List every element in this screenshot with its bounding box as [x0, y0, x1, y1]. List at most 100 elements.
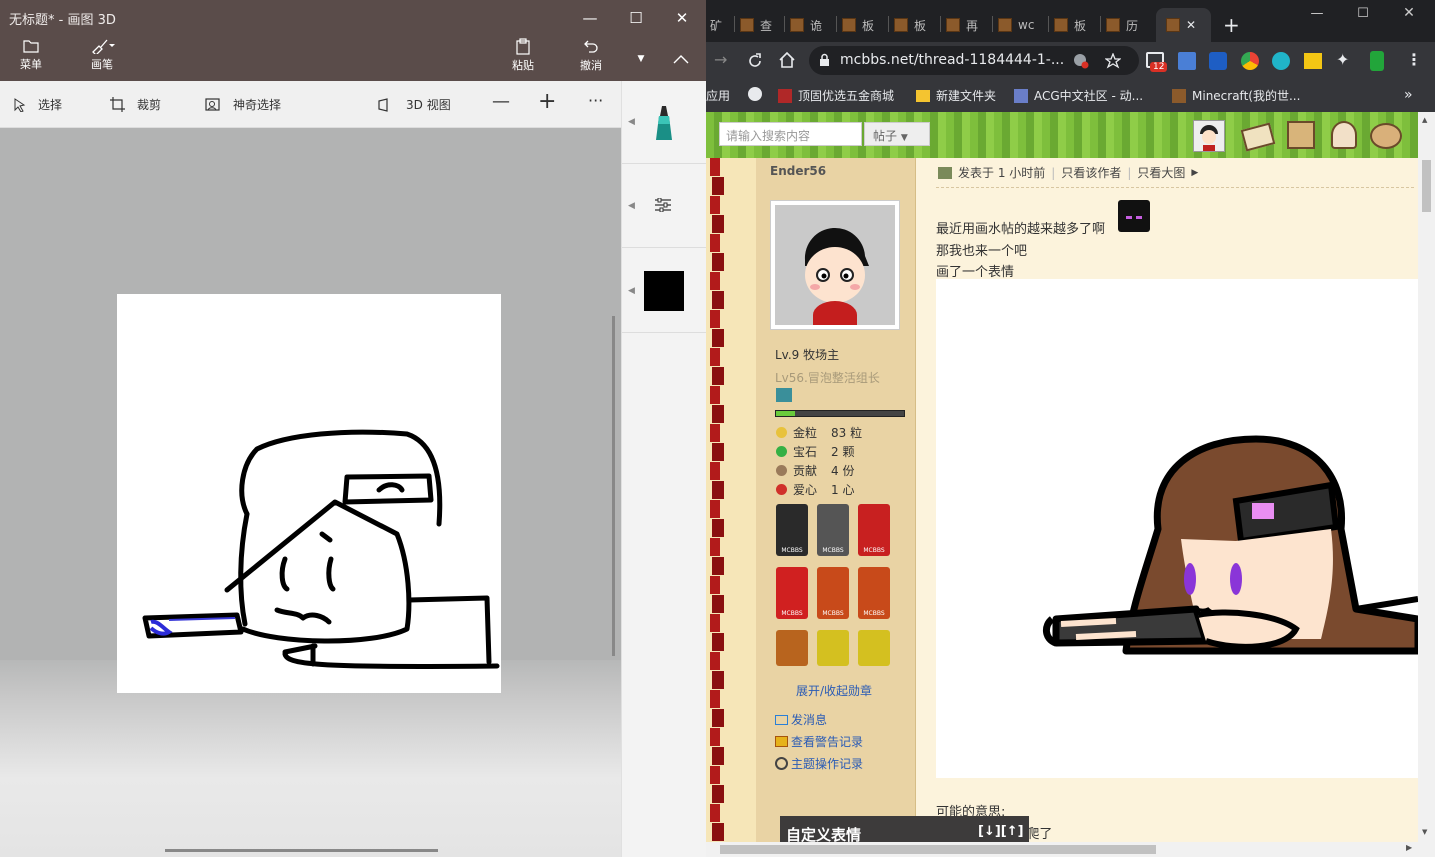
bookmark-new-folder[interactable]: 新建文件夹 [916, 87, 996, 104]
url-text[interactable]: mcbbs.net/thread-1184444-1-... [840, 52, 1064, 68]
big-image-link[interactable]: 只看大图 [1137, 164, 1185, 181]
browser-tab[interactable]: 板 [1054, 12, 1086, 38]
canvas-horizontal-scrollbar[interactable] [165, 849, 438, 852]
more-options-button[interactable]: ··· [588, 91, 603, 110]
doodle-drawing [142, 429, 500, 669]
magic-select-tool[interactable]: 神奇选择 [205, 96, 281, 113]
collapse-ribbon-icon[interactable] [668, 36, 694, 81]
potion-icon[interactable] [1331, 121, 1357, 149]
post-image[interactable] [936, 279, 1418, 778]
ribbon-more-dropdown-icon[interactable]: ▼ [630, 36, 652, 81]
bookmark-apps[interactable]: 应用 [706, 87, 730, 104]
brush-settings-section[interactable]: ◀ [622, 164, 706, 248]
crop-tool[interactable]: 裁剪 [110, 96, 161, 113]
brush-type-section[interactable]: ◀ [622, 81, 706, 164]
zoom-out-button[interactable]: — [492, 91, 510, 112]
chrome-ext-icon[interactable] [1241, 52, 1259, 70]
browser-tab[interactable]: 板 [842, 12, 874, 38]
brushes-button[interactable]: 画笔 [80, 38, 124, 72]
bookmark-acg[interactable]: ACG中文社区 - 动... [1014, 87, 1143, 104]
undo-button[interactable]: 撤消 [573, 38, 609, 73]
menu-label: 菜单 [20, 58, 42, 71]
browser-tab[interactable]: wc [998, 12, 1034, 38]
forward-arrow-icon[interactable]: → [714, 50, 727, 69]
browser-tab[interactable]: 再 [946, 12, 978, 38]
search-type-select[interactable]: 帖子 ▼ [864, 122, 930, 146]
bookmark-globe[interactable] [748, 87, 768, 101]
chrome-menu-icon[interactable]: ⋮ [1406, 50, 1422, 69]
palette-icon[interactable] [1370, 123, 1402, 149]
crafting-table-icon[interactable] [1287, 121, 1315, 149]
chrome-maximize-button[interactable]: ☐ [1340, 0, 1386, 31]
browser-tab[interactable]: 查 [740, 12, 772, 38]
author-avatar[interactable] [770, 200, 900, 330]
drawing-canvas[interactable] [117, 294, 501, 693]
page-vertical-scrollbar[interactable]: ▲ ▼ [1418, 112, 1435, 842]
view-3d-toggle[interactable]: 3D 视图 [378, 96, 451, 113]
medal-badge[interactable] [858, 630, 890, 666]
minus-circle-icon [775, 757, 788, 770]
browser-tab[interactable]: 历 [1106, 12, 1138, 38]
tab-label: 矿 [710, 18, 723, 33]
forum-search-input[interactable]: 请输入搜索内容 [719, 122, 862, 146]
browser-tab[interactable]: 板 [894, 12, 926, 38]
canvas-vertical-scrollbar[interactable] [612, 316, 615, 656]
bookmarks-overflow-button[interactable]: » [1404, 87, 1413, 103]
expand-arrow-icon[interactable]: ◀ [628, 201, 635, 211]
chrome-minimize-button[interactable]: — [1294, 0, 1340, 31]
warning-records-link[interactable]: 查看警告记录 [775, 733, 863, 750]
menu-button[interactable]: 菜单 [12, 38, 50, 72]
emoji-panel-controls[interactable]: [↓][↑] [978, 824, 1024, 839]
medal-badge[interactable]: MCBBS [817, 504, 849, 556]
translate-icon[interactable] [1178, 52, 1196, 70]
medal-badge[interactable]: MCBBS [858, 504, 890, 556]
block-favicon-icon [790, 18, 804, 32]
zoom-in-button[interactable]: + [538, 89, 556, 114]
paste-button[interactable]: 粘贴 [505, 38, 541, 73]
current-color-swatch[interactable] [644, 271, 684, 311]
medal-badge[interactable]: MCBBS [776, 567, 808, 619]
user-avatar-icon[interactable] [1193, 120, 1225, 152]
expand-arrow-icon[interactable]: ◀ [628, 286, 635, 296]
paint-maximize-button[interactable]: ☐ [613, 0, 659, 36]
medal-badge[interactable]: MCBBS [817, 567, 849, 619]
toggle-medals-link[interactable]: 展开/收起勋章 [796, 682, 872, 699]
profile-gem-icon[interactable] [1370, 51, 1384, 71]
medal-badge[interactable]: MCBBS [858, 567, 890, 619]
bookmark-minecraft[interactable]: Minecraft(我的世... [1172, 87, 1300, 104]
extension-edit-icon[interactable] [1209, 52, 1227, 70]
color-section[interactable]: ◀ [622, 248, 706, 333]
medal-badge[interactable] [776, 630, 808, 666]
chrome-close-button[interactable]: ✕ [1386, 0, 1432, 31]
expand-arrow-icon[interactable]: ◀ [628, 117, 635, 127]
stat-row: 金粒 83 粒 [776, 424, 862, 441]
blocked-cookie-icon[interactable] [1073, 53, 1089, 69]
stat-label: 爱心 [793, 483, 818, 497]
new-tab-button[interactable]: + [1223, 12, 1240, 38]
medal-badge[interactable] [817, 630, 849, 666]
block-favicon-icon [1054, 18, 1068, 32]
author-name[interactable]: Ender56 [770, 164, 826, 178]
browser-tab[interactable]: 诡 [790, 12, 822, 38]
p-extension-icon[interactable] [1272, 52, 1290, 70]
omnibox[interactable]: mcbbs.net/thread-1184444-1-... [809, 46, 1139, 75]
puzzle-icon[interactable]: ✦ [1336, 50, 1349, 69]
browser-tab[interactable]: 矿 [710, 12, 722, 38]
only-author-link[interactable]: 只看该作者 [1061, 164, 1121, 181]
bookmark-hardware-store[interactable]: 顶固优选五金商城 [778, 87, 894, 104]
reload-icon[interactable] [747, 53, 763, 69]
paint-minimize-button[interactable]: — [567, 0, 613, 36]
send-message-link[interactable]: 发消息 [775, 711, 827, 728]
medal-badge[interactable]: MCBBS [776, 504, 808, 556]
thread-ops-link[interactable]: 主题操作记录 [775, 755, 863, 772]
paint-close-button[interactable]: ✕ [659, 0, 705, 36]
arrow-right-icon[interactable]: ▶ [1191, 168, 1198, 178]
bookmark-star-icon[interactable] [1105, 53, 1121, 69]
extension-yellow-icon[interactable] [1304, 53, 1322, 69]
home-icon[interactable] [778, 52, 796, 69]
active-tab-close-button[interactable]: ✕ [1186, 18, 1196, 32]
select-tool[interactable]: 选择 [14, 96, 62, 113]
active-tab-content[interactable]: ✕ [1166, 12, 1196, 38]
page-horizontal-scrollbar[interactable]: ▶ [706, 842, 1435, 857]
author-group[interactable]: Lv56.冒泡整活组长 [775, 369, 880, 386]
